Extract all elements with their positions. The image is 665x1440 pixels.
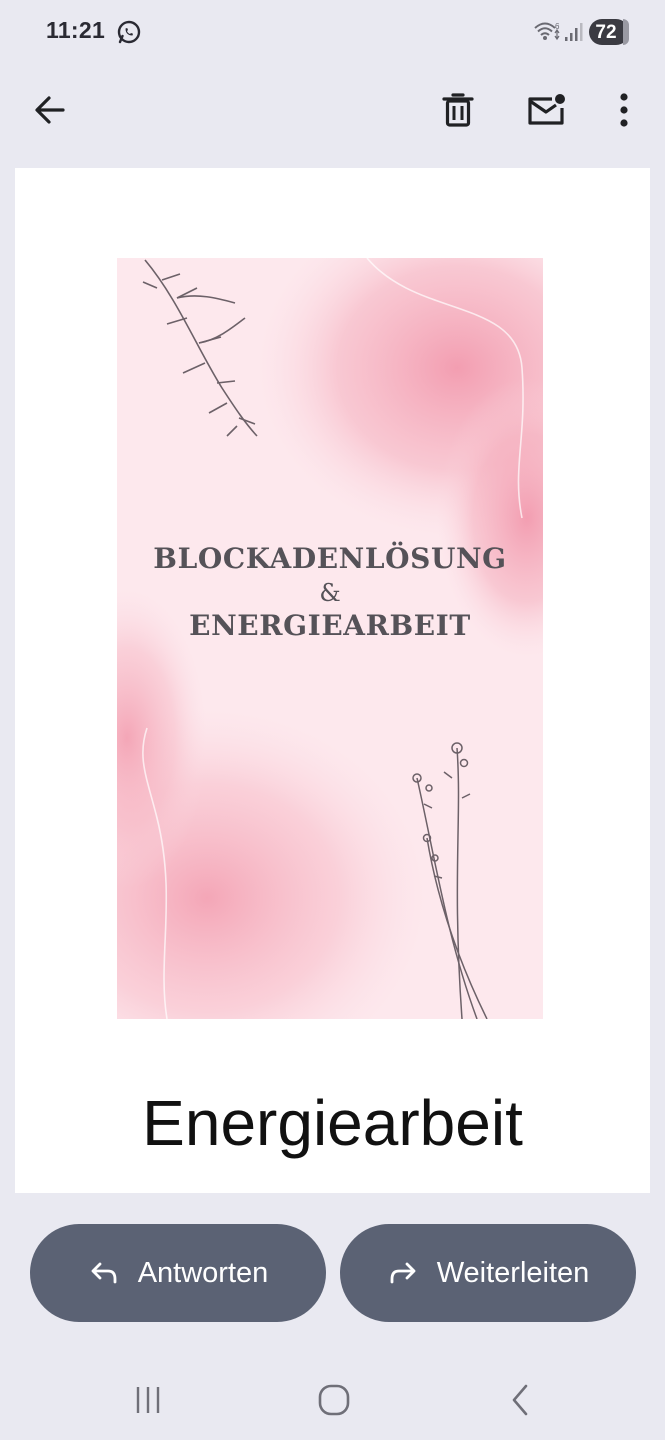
recents-button[interactable] [124, 1376, 172, 1424]
forward-label: Weiterleiten [436, 1256, 590, 1289]
top-app-bar [0, 70, 665, 150]
more-options-button[interactable] [596, 82, 652, 138]
signal-icon [565, 23, 583, 41]
system-nav-bar [0, 1360, 665, 1440]
back-button[interactable] [22, 82, 78, 138]
image-title-ampersand: & [319, 579, 341, 607]
mail-unread-icon [528, 94, 565, 125]
recents-icon [136, 1387, 160, 1413]
arrow-back-icon [35, 96, 65, 124]
forward-button[interactable]: Weiterleiten [340, 1224, 636, 1322]
email-image: BLOCKADENLÖSUNG & ENERGIEARBEIT [117, 258, 543, 1019]
email-caption: Energiearbeit [142, 1087, 523, 1159]
home-button[interactable] [310, 1376, 358, 1424]
battery-level: 72 [595, 22, 617, 43]
battery-indicator: 72 [589, 19, 629, 45]
nav-back-icon [512, 1384, 528, 1416]
status-bar: 11:21 6 72 [0, 0, 665, 64]
image-title-line2: ENERGIEARBEIT [189, 609, 471, 642]
forward-icon [390, 1262, 416, 1284]
battery-tip [623, 19, 629, 45]
delete-button[interactable] [430, 82, 486, 138]
wifi-icon: 6 [534, 22, 560, 41]
reply-button[interactable]: Antworten [30, 1224, 326, 1322]
reply-label: Antworten [137, 1256, 269, 1289]
reply-icon [91, 1262, 117, 1284]
svg-text:6: 6 [555, 22, 560, 31]
status-time: 11:21 [46, 17, 106, 43]
image-title-line1: BLOCKADENLÖSUNG [153, 542, 507, 575]
whatsapp-icon [117, 20, 141, 44]
home-icon [318, 1384, 350, 1416]
nav-back-button[interactable] [496, 1376, 544, 1424]
image-title: BLOCKADENLÖSUNG & ENERGIEARBEIT [117, 542, 543, 642]
email-body: BLOCKADENLÖSUNG & ENERGIEARBEIT Energiea… [15, 168, 650, 1193]
trash-icon [442, 93, 474, 127]
mark-unread-button[interactable] [518, 82, 574, 138]
more-vert-icon [620, 93, 628, 127]
